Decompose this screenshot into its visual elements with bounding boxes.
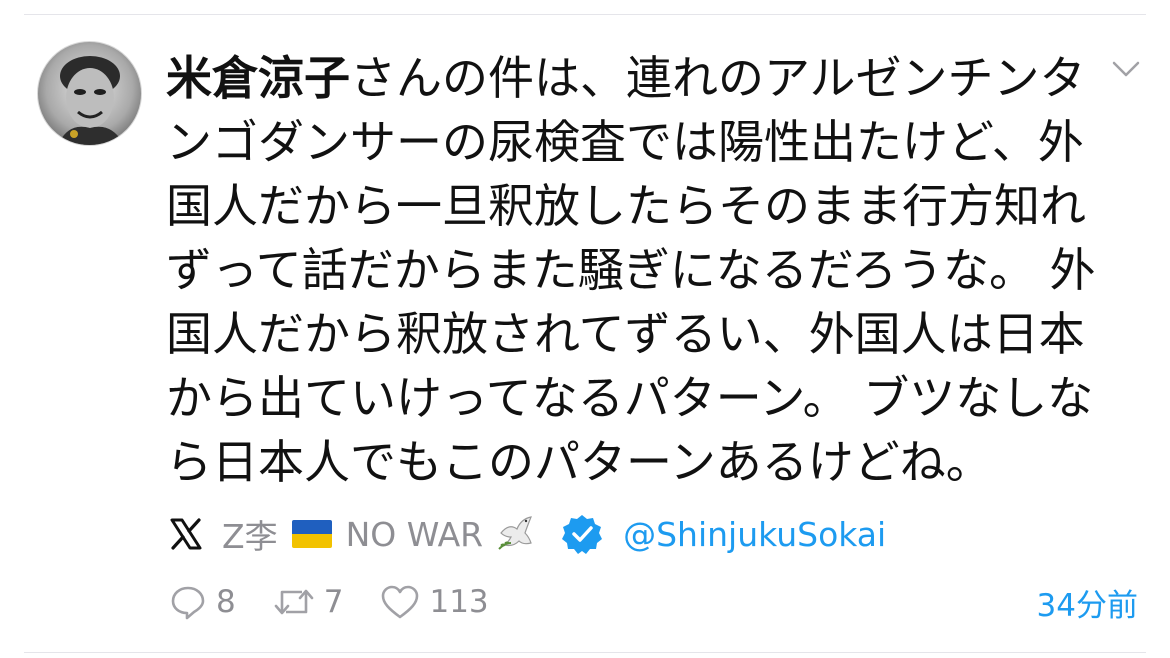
ukraine-flag-icon [291,520,332,548]
timestamp-link[interactable]: 34分前 [1037,580,1138,625]
tweet-line: 米倉涼子さんの件は、連れのアルゼンチンタ [166,51,1086,105]
verified-badge-icon [562,515,603,554]
action-bar: 8 7 113 34分前 [168,576,1138,628]
reply-icon [171,586,205,620]
user-handle-link[interactable]: @ShinjukuSokai [623,515,886,554]
retweet-count: 7 [323,584,344,620]
tweet-line: 国人だから釈放されてずるい、外国人は日本 [166,307,1085,361]
tweet-text: 米倉涼子さんの件は、連れのアルゼンチンタ ンゴダンサーの尿検査では陽性出たけど、… [166,46,1096,494]
chevron-down-icon[interactable] [1108,50,1144,86]
retweet-icon [274,589,314,615]
dove-icon [498,516,533,550]
tweet-line: ンゴダンサーの尿検査では陽性出たけど、外 [166,115,1084,169]
heart-icon [382,585,419,619]
tweet-line: から出ていけってなるパターン。 ブツなしな [166,371,1094,425]
avatar-image [38,42,141,145]
avatar[interactable] [37,41,142,146]
like-button[interactable]: 113 [379,582,489,622]
x-logo-icon [170,518,202,550]
no-war-text: NO WAR [345,514,484,554]
reply-button[interactable]: 8 [168,582,236,622]
tweet-line: 国人だから一旦釈放したらそのまま行方知れ [166,179,1086,233]
top-divider [24,14,1146,15]
bottom-divider [24,652,1146,653]
retweet-button[interactable]: 7 [272,582,344,622]
source-row[interactable]: Z李 NO WAR @ShinjukuSokai [168,508,886,560]
mentioned-name: 米倉涼子 [166,51,350,105]
reply-count: 8 [216,584,236,620]
display-name[interactable]: Z李 [222,510,278,558]
tweet-line: ずって話だからまた騒ぎになるだろうな。 外 [166,243,1096,297]
like-count: 113 [429,584,489,620]
tweet-line: ら日本人でもこのパターンあるけどね。 [166,435,992,489]
